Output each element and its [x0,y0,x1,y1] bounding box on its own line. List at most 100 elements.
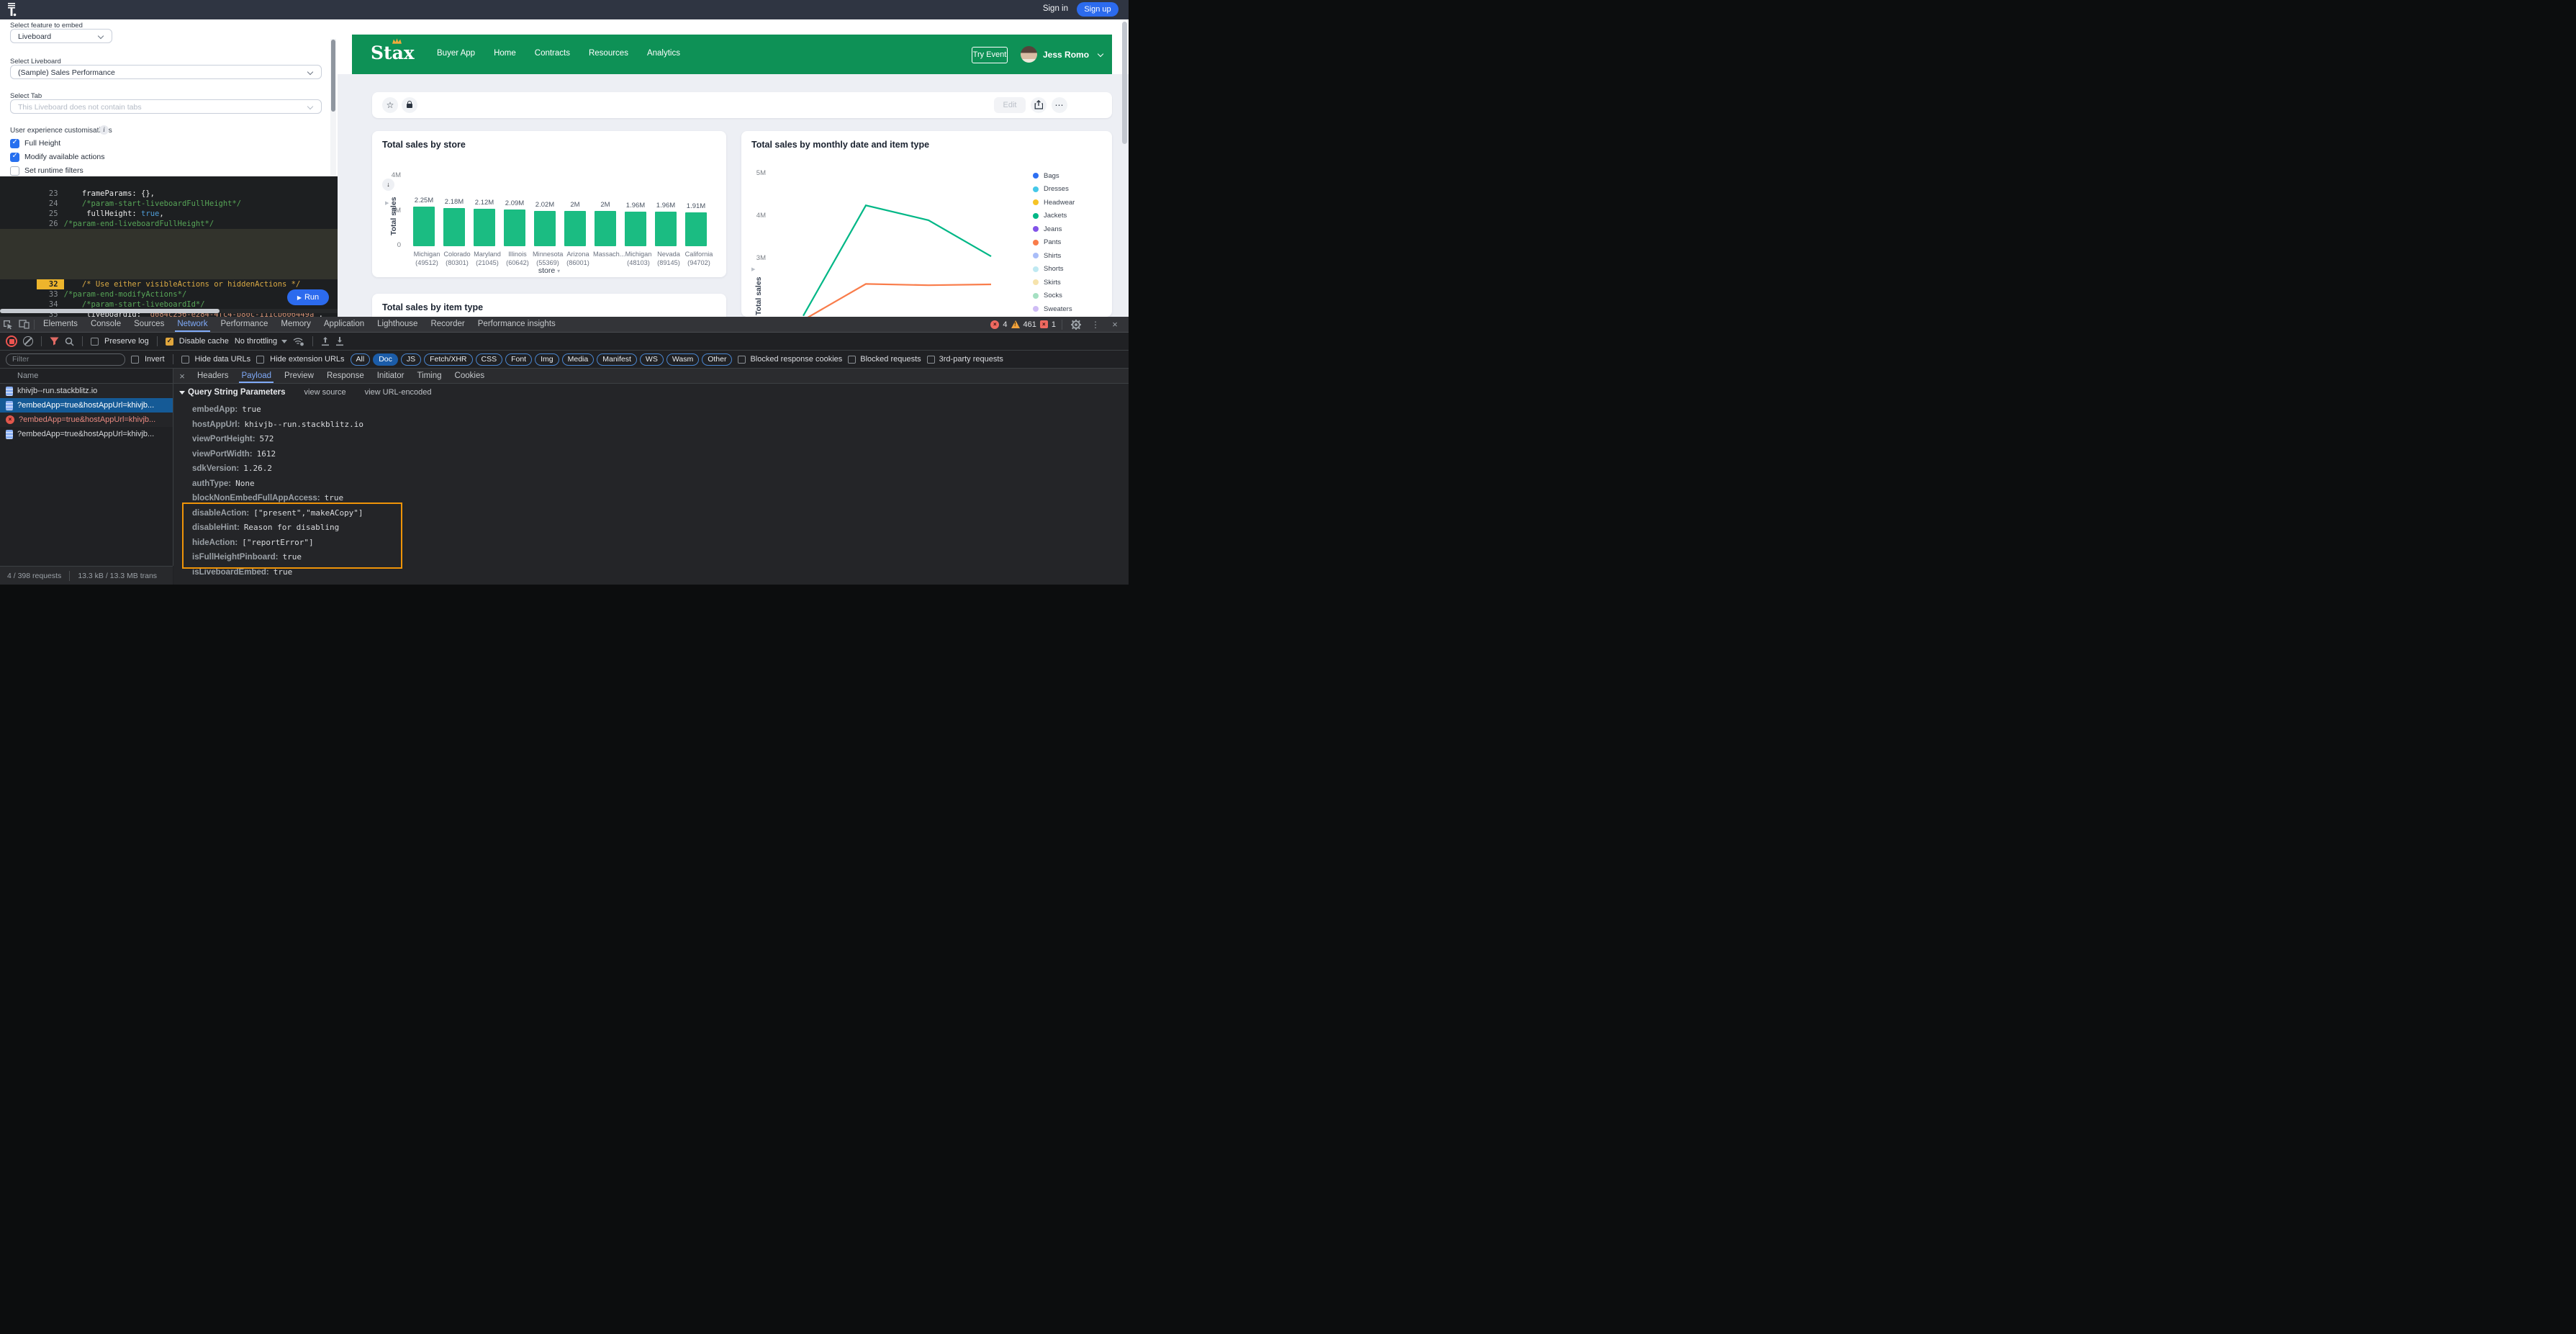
devtools-tab[interactable]: Recorder [424,317,471,332]
code-line[interactable]: 25 fullHeight: true, [0,199,338,209]
bar-Maryland[interactable] [474,209,495,246]
legend-item[interactable]: Pants [1033,236,1079,250]
feature-select[interactable]: Liveboard [10,29,112,43]
request-type-pill[interactable]: Media [562,353,595,366]
details-tab[interactable]: Headers [191,369,235,383]
record-network-log-icon[interactable] [6,335,17,347]
request-type-pill[interactable]: Wasm [666,353,699,366]
view-source-link[interactable]: view source [304,388,346,397]
sort-descending-icon[interactable]: ↓ [382,179,394,191]
devtools-tab[interactable]: Application [317,317,371,332]
sign-in-link[interactable]: Sign in [1043,4,1068,13]
bar-Colorado[interactable] [443,208,465,246]
devtools-tab[interactable]: Network [171,317,214,332]
more-options-icon[interactable]: ⋮ [1088,317,1103,332]
code-line[interactable]: 27 /*param-start-modifyActions*/ [0,219,338,229]
y-axis-label[interactable]: Total sales [389,197,398,236]
x-axis-label[interactable]: store ▾ [372,266,726,275]
issues-icon[interactable]: × [1040,320,1048,328]
line-series-Jackets[interactable] [803,205,991,315]
line-series-Pants[interactable] [803,284,991,317]
devtools-tab[interactable]: Performance [214,317,275,332]
bar-Michigan[interactable] [625,212,646,246]
bar-Illinois[interactable] [504,209,525,246]
hide-data-urls-checkbox[interactable] [181,356,189,364]
chevron-down-icon[interactable] [1098,51,1103,57]
view-url-encoded-link[interactable]: view URL-encoded [365,388,432,397]
request-type-pill[interactable]: JS [401,353,421,366]
details-tab[interactable]: Timing [410,369,448,383]
bar-Minnesota[interactable] [534,211,556,246]
stax-nav-link[interactable]: Buyer App [437,49,475,58]
code-line[interactable]: 32 /* Use either visibleActions or hidde… [0,269,338,279]
code-line[interactable]: 24 /*param-start-liveboardFullHeight*/ [0,189,338,199]
ux-checkbox-row[interactable]: Full Height [10,138,60,148]
run-button[interactable]: ▶Run [287,289,329,305]
request-type-pill[interactable]: Other [702,353,732,366]
errors-icon[interactable]: × [990,320,999,329]
bar-California[interactable] [685,212,707,246]
ux-checkbox-row[interactable]: Modify available actions [10,152,104,162]
panel-scrollbar[interactable] [330,39,336,196]
query-string-toggle[interactable]: Query String Parameters [179,388,286,397]
checkbox[interactable] [10,166,19,176]
details-tab[interactable]: Response [320,369,371,383]
stax-nav-link[interactable]: Home [494,49,516,58]
legend-item[interactable]: Dresses [1033,183,1079,197]
close-devtools-icon[interactable]: × [1107,317,1123,332]
request-type-pill[interactable]: Manifest [597,353,637,366]
close-details-icon[interactable]: × [173,371,191,382]
axis-expand-icon[interactable]: ▶ [751,266,755,272]
request-row[interactable]: ?embedApp=true&hostAppUrl=khivjb... [0,398,173,413]
request-row[interactable]: khivjb--run.stackblitz.io [0,384,173,398]
code-line[interactable]: 28 disabledActions: [Action.Present,Acti… [0,229,338,239]
tab-select[interactable]: This Liveboard does not contain tabs [10,99,322,114]
request-type-pill[interactable]: Fetch/XHR [424,353,472,366]
extra-filter[interactable]: Blocked response cookies [738,355,842,364]
y-axis-label[interactable]: Total sales [754,277,763,316]
bar-category-label[interactable]: Illinois(60642) [502,251,533,268]
warnings-icon[interactable] [1011,320,1020,328]
user-name[interactable]: Jess Romo [1043,50,1089,60]
bar-category-label[interactable]: Michigan(49512) [412,251,442,268]
bar-category-label[interactable]: Nevada(89145) [654,251,684,268]
bar-category-label[interactable]: Michigan(48103) [623,251,654,268]
inspect-element-icon[interactable] [0,317,16,332]
code-line[interactable]: 23 frameParams: {}, [0,179,338,189]
filter-input[interactable] [6,353,125,366]
disable-cache-checkbox[interactable] [166,338,173,346]
bar-Michigan[interactable] [413,207,435,246]
bar-category-label[interactable]: California(94702) [684,251,714,268]
code-line[interactable]: 26/*param-end-liveboardFullHeight*/ [0,209,338,219]
legend-item[interactable]: Shirts [1033,249,1079,263]
edit-button[interactable]: Edit [994,97,1026,113]
editor-horizontal-scrollbar[interactable] [0,309,338,313]
request-type-pill[interactable]: Font [505,353,532,366]
details-tab[interactable]: Preview [278,369,320,383]
details-tab[interactable]: Cookies [448,369,492,383]
devtools-tab[interactable]: Performance insights [471,317,562,332]
request-row[interactable]: ?embedApp=true&hostAppUrl=khivjb... [0,427,173,441]
devtools-tab[interactable]: Console [84,317,127,332]
code-editor[interactable]: 23 frameParams: {}, 24 /*param-start-liv… [0,176,338,317]
settings-gear-icon[interactable] [1068,317,1084,332]
checkbox[interactable] [738,356,746,364]
more-menu-icon[interactable]: ⋯ [1052,97,1067,113]
devtools-tab[interactable]: Elements [37,317,84,332]
code-line[interactable]: 35 liveboardId: "d084c256-e284-4fc4-b80c… [0,299,338,310]
thoughtspot-logo-icon[interactable] [6,2,21,17]
device-toolbar-icon[interactable] [16,317,32,332]
details-tab[interactable]: Initiator [371,369,411,383]
name-column-header[interactable]: Name [0,369,173,384]
devtools-tab[interactable]: Lighthouse [371,317,424,332]
stax-logo[interactable]: Stax [371,42,415,63]
legend-item[interactable]: Jackets [1033,209,1079,223]
checkbox[interactable] [927,356,935,364]
bar-category-label[interactable]: Minnesota(55369) [533,251,563,268]
stax-nav-link[interactable]: Resources [589,49,628,58]
liveboard-select[interactable]: (Sample) Sales Performance [10,65,322,79]
legend-item[interactable]: Sweaters [1033,302,1079,316]
stax-nav-link[interactable]: Analytics [647,49,680,58]
request-type-pill[interactable]: Img [535,353,559,366]
bar-Arizona[interactable] [564,211,586,246]
